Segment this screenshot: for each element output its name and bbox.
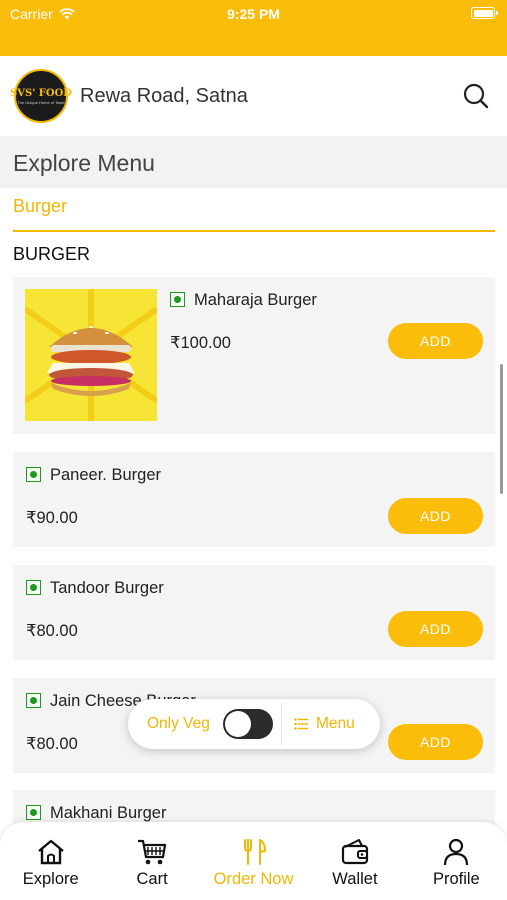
filter-pill: Only Veg Menu — [128, 699, 380, 749]
item-name: Maharaja Burger — [194, 291, 317, 309]
list-icon — [294, 718, 308, 730]
nav-cart[interactable]: Cart — [101, 822, 202, 900]
nav-label: Cart — [136, 870, 168, 888]
item-name: Tandoor Burger — [50, 579, 164, 597]
item-name: Makhani Burger — [50, 804, 167, 822]
add-button[interactable]: ADD — [388, 724, 483, 760]
profile-icon — [444, 838, 469, 866]
veg-indicator-icon — [26, 467, 41, 482]
menu-button[interactable]: Menu — [294, 715, 355, 733]
status-bar: Carrier 9:25 PM — [0, 0, 507, 56]
category-tab-underline — [13, 230, 495, 232]
battery-icon — [471, 7, 498, 19]
add-button[interactable]: ADD — [388, 498, 483, 534]
veg-indicator-icon — [26, 580, 41, 595]
nav-profile[interactable]: Profile — [406, 822, 507, 900]
nav-order-now[interactable]: Order Now — [203, 822, 304, 900]
item-price: ₹100.00 — [170, 334, 231, 352]
add-button[interactable]: ADD — [388, 611, 483, 647]
cart-icon — [138, 839, 167, 865]
nav-label: Wallet — [332, 870, 378, 888]
nav-label: Explore — [22, 870, 79, 888]
menu-item-card[interactable]: Paneer. Burger ₹90.00 ADD — [13, 452, 495, 547]
veg-indicator-icon — [170, 292, 185, 307]
menu-item-card[interactable]: Maharaja Burger ₹100.00 ADD — [13, 277, 495, 434]
brand-logo[interactable]: SVS' FOOD The Unique Home of Taste — [10, 69, 72, 123]
nav-label: Order Now — [213, 870, 294, 888]
search-icon — [463, 83, 489, 109]
page-title: Explore Menu — [13, 150, 155, 176]
item-name: Paneer. Burger — [50, 466, 161, 484]
menu-item-card[interactable]: Tandoor Burger ₹80.00 ADD — [13, 565, 495, 660]
logo-tagline: The Unique Home of Taste — [17, 99, 65, 105]
veg-indicator-icon — [26, 805, 41, 820]
item-price: ₹80.00 — [26, 622, 78, 640]
menu-label: Menu — [316, 715, 355, 732]
menu-list: Burger BURGER Maharaja Burger ₹100.00 AD… — [0, 188, 507, 900]
fork-knife-icon — [243, 839, 266, 865]
item-price: ₹90.00 — [26, 509, 78, 527]
category-heading: BURGER — [13, 244, 91, 264]
status-time: 9:25 PM — [227, 6, 280, 22]
pill-divider — [281, 703, 282, 745]
only-veg-toggle[interactable] — [223, 709, 273, 739]
nav-wallet[interactable]: Wallet — [304, 822, 405, 900]
veg-indicator-icon — [26, 693, 41, 708]
bottom-nav: Explore Cart Order Now Wallet Profile — [0, 822, 507, 900]
only-veg-label: Only Veg — [147, 715, 210, 732]
location-label[interactable]: Rewa Road, Satna — [80, 85, 461, 108]
explore-menu-bar: Explore Menu — [0, 136, 507, 188]
item-price: ₹80.00 — [26, 735, 78, 753]
burger-image — [25, 289, 157, 421]
category-tab-burger[interactable]: Burger — [13, 196, 67, 217]
nav-label: Profile — [432, 870, 480, 888]
home-icon — [37, 839, 64, 865]
logo-text: SVS' FOOD — [10, 87, 72, 99]
nav-explore[interactable]: Explore — [0, 822, 101, 900]
search-button[interactable] — [461, 81, 491, 111]
app-header: SVS' FOOD The Unique Home of Taste Rewa … — [0, 56, 507, 136]
toggle-knob — [225, 711, 251, 737]
wallet-icon — [341, 839, 369, 865]
add-button[interactable]: ADD — [388, 323, 483, 359]
scrollbar[interactable] — [500, 364, 503, 494]
